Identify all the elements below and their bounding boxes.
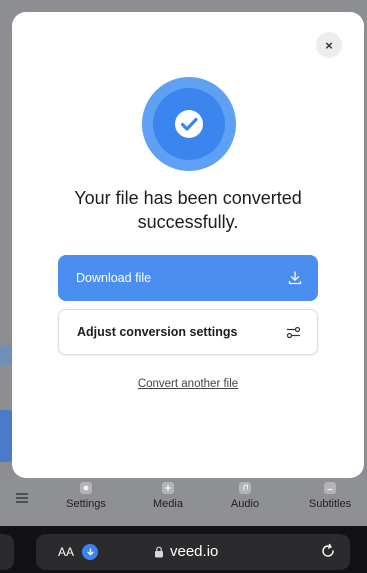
close-button[interactable]: × — [316, 32, 342, 58]
success-headline: Your file has been converted successfull… — [74, 188, 302, 232]
download-file-button[interactable]: Download file — [58, 255, 318, 301]
lock-icon — [155, 546, 163, 558]
media-icon — [162, 482, 174, 494]
reader-options-button[interactable]: AA — [58, 545, 74, 559]
toolbar-subtitles[interactable]: Subtitles — [300, 482, 360, 510]
toolbar-settings[interactable]: Settings — [56, 482, 116, 510]
gear-icon — [80, 482, 92, 494]
reload-icon[interactable] — [320, 543, 336, 559]
toolbar-settings-label: Settings — [66, 498, 106, 510]
adjust-conversion-settings-label: Adjust conversion settings — [77, 325, 238, 339]
download-icon — [288, 271, 302, 285]
download-file-label: Download file — [76, 271, 152, 285]
previous-tab-edge[interactable] — [0, 534, 14, 570]
close-icon: × — [325, 37, 333, 53]
toolbar-audio-label: Audio — [230, 498, 260, 510]
address-bar[interactable]: AA veed.io — [36, 534, 350, 570]
success-check-icon — [142, 77, 236, 171]
toolbar-audio[interactable]: Audio — [215, 482, 275, 510]
adjust-conversion-settings-button[interactable]: Adjust conversion settings — [58, 309, 318, 355]
toolbar-media[interactable]: Media — [138, 482, 198, 510]
url-text: veed.io — [170, 543, 219, 560]
music-icon — [239, 482, 251, 494]
toolbar-subtitles-label: Subtitles — [308, 498, 352, 510]
menu-icon[interactable] — [15, 492, 29, 504]
convert-another-file-link[interactable]: Convert another file — [120, 378, 256, 390]
toolbar-media-label: Media — [153, 498, 183, 510]
subtitles-icon — [324, 482, 336, 494]
sliders-icon — [286, 326, 301, 338]
download-indicator-icon[interactable] — [82, 544, 98, 560]
